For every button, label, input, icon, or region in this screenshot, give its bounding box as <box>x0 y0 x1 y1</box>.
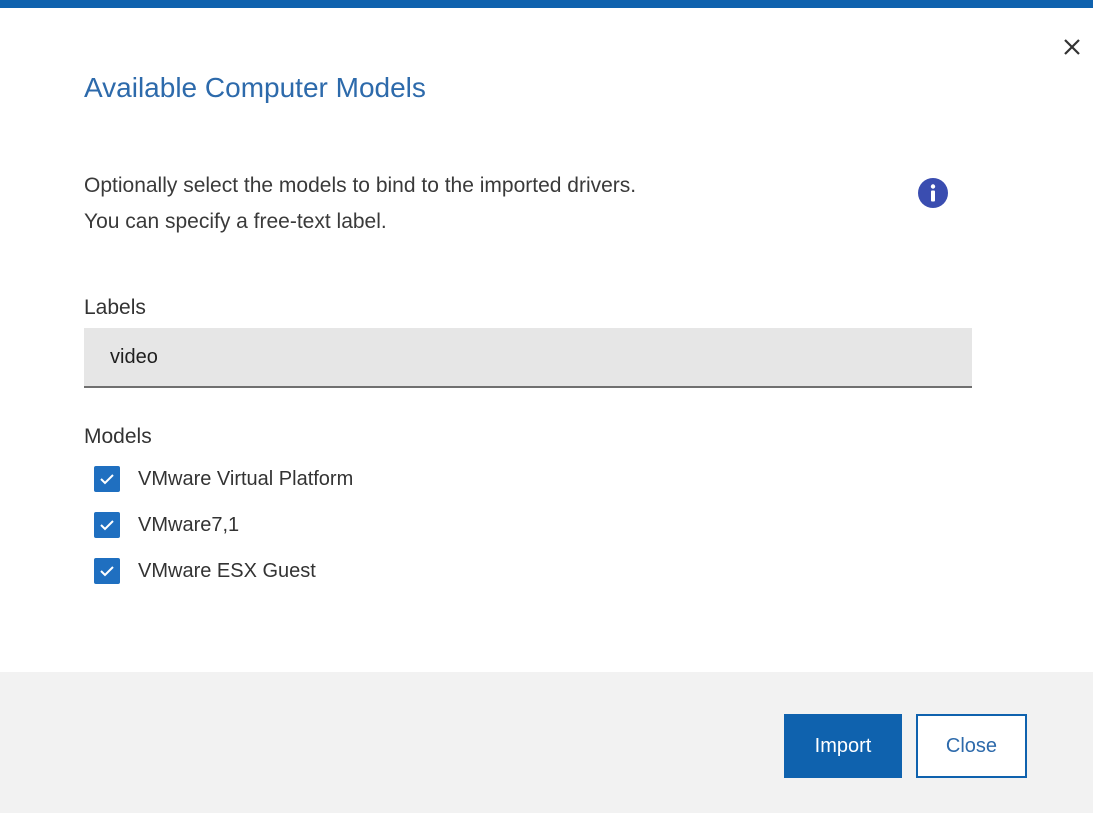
labels-field-label: Labels <box>84 296 146 319</box>
info-icon[interactable] <box>918 178 948 208</box>
model-checkbox[interactable] <box>94 512 120 538</box>
models-section-label: Models <box>84 425 152 448</box>
model-option-label: VMware Virtual Platform <box>138 467 354 490</box>
computer-models-dialog: Available Computer Models Optionally sel… <box>0 0 1093 813</box>
model-option-label: VMware7,1 <box>138 513 240 536</box>
dialog-title: Available Computer Models <box>84 72 426 103</box>
model-checkbox[interactable] <box>94 558 120 584</box>
checkmark-icon <box>100 566 114 577</box>
description-line-1: Optionally select the models to bind to … <box>84 174 637 197</box>
model-option-vmware-esx-guest[interactable]: VMware ESX Guest <box>94 557 316 585</box>
model-option-vmware-virtual-platform[interactable]: VMware Virtual Platform <box>94 465 353 493</box>
dialog-description: Optionally select the models to bind to … <box>84 168 636 240</box>
description-line-2: You can specify a free-text label. <box>84 210 387 233</box>
dialog-top-accent-bar <box>0 0 1093 8</box>
model-option-label: VMware ESX Guest <box>138 559 316 582</box>
model-checkbox[interactable] <box>94 466 120 492</box>
labels-input[interactable] <box>84 328 972 388</box>
import-button[interactable]: Import <box>784 714 902 778</box>
model-option-vmware7-1[interactable]: VMware7,1 <box>94 511 239 539</box>
close-icon[interactable] <box>1058 33 1086 61</box>
close-button[interactable]: Close <box>916 714 1027 778</box>
checkmark-icon <box>100 520 114 531</box>
checkmark-icon <box>100 474 114 485</box>
